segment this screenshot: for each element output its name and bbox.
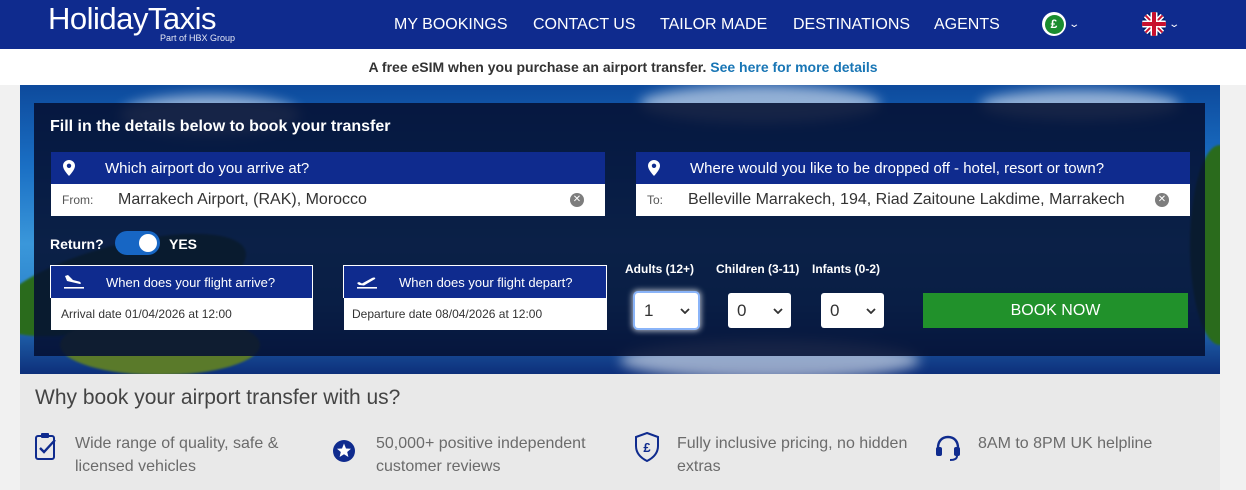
book-now-button[interactable]: BOOK NOW: [923, 293, 1188, 328]
toggle-knob: [139, 234, 157, 252]
return-toggle-value: YES: [169, 236, 198, 252]
logo-subtitle: Part of HBX Group: [160, 33, 236, 43]
plane-departure-icon: [357, 277, 377, 289]
chevron-down-icon: ⌄: [1068, 18, 1081, 30]
currency-selector[interactable]: £ ⌄: [1042, 12, 1082, 36]
to-label: To:: [647, 193, 664, 207]
chevron-down-icon: ⌄: [1168, 18, 1181, 30]
nav-my-bookings[interactable]: MY BOOKINGS: [394, 0, 508, 49]
location-pin-icon: [63, 160, 75, 176]
arrival-airport-header: Which airport do you arrive at?: [51, 152, 605, 184]
feature-item: £ Fully inclusive pricing, no hidden ext…: [634, 432, 924, 478]
clear-icon[interactable]: ✕: [570, 193, 584, 207]
dropoff-input[interactable]: Belleville Marrakech, 194, Riad Zaitoune…: [688, 191, 1145, 209]
arrival-airport-question: Which airport do you arrive at?: [105, 159, 310, 177]
nav-destinations[interactable]: DESTINATIONS: [793, 0, 910, 49]
feature-text: Wide range of quality, safe & licensed v…: [75, 435, 279, 475]
feature-text: 8AM to 8PM UK helpline: [978, 435, 1153, 452]
plane-landing-icon: [64, 275, 84, 289]
promo-banner: A free eSIM when you purchase an airport…: [0, 49, 1246, 85]
dropoff-header: Where would you like to be dropped off -…: [636, 152, 1190, 184]
infants-select[interactable]: 0: [821, 293, 884, 328]
chevron-down-icon: [680, 307, 690, 314]
nav-tailor-made[interactable]: TAILOR MADE: [660, 0, 767, 49]
flight-depart-label: When does your flight depart?: [399, 274, 573, 290]
flight-arrive-label: When does your flight arrive?: [106, 274, 276, 290]
chevron-down-icon: [866, 307, 876, 314]
star-badge-icon: [333, 440, 355, 462]
adults-label: Adults (12+): [625, 262, 695, 276]
feature-text: 50,000+ positive independent customer re…: [376, 435, 586, 475]
infants-value: 0: [830, 300, 840, 320]
dropoff-question: Where would you like to be dropped off -…: [690, 159, 1105, 177]
feature-item: 50,000+ positive independent customer re…: [333, 432, 623, 478]
language-selector[interactable]: ⌄: [1142, 12, 1182, 36]
chevron-down-icon: [773, 307, 783, 314]
flight-depart-header: When does your flight depart?: [343, 265, 607, 298]
nav-contact-us[interactable]: CONTACT US: [533, 0, 636, 49]
arrival-date-field[interactable]: Arrival date 01/04/2026 at 12:00: [51, 298, 313, 330]
return-toggle[interactable]: [115, 231, 160, 255]
children-label: Children (3-11): [716, 262, 800, 276]
why-title: Why book your airport transfer with us?: [35, 386, 401, 409]
dropoff-field[interactable]: To: Belleville Marrakech, 194, Riad Zait…: [636, 184, 1190, 216]
children-value: 0: [737, 300, 747, 320]
promo-link[interactable]: See here for more details: [710, 59, 877, 75]
feature-text: Fully inclusive pricing, no hidden extra…: [677, 435, 908, 475]
adults-value: 1: [644, 300, 654, 320]
return-label: Return?: [50, 236, 104, 252]
svg-text:£: £: [643, 440, 651, 455]
feature-item: Wide range of quality, safe & licensed v…: [33, 432, 323, 478]
location-pin-icon: [648, 160, 660, 176]
flight-arrive-header: When does your flight arrive?: [50, 265, 313, 298]
clipboard-check-icon: [35, 433, 56, 460]
departure-date-field[interactable]: Departure date 08/04/2026 at 12:00: [344, 298, 607, 330]
feature-item: 8AM to 8PM UK helpline: [934, 432, 1194, 462]
arrival-airport-field[interactable]: From: Marrakech Airport, (RAK), Morocco …: [51, 184, 605, 216]
children-select[interactable]: 0: [728, 293, 791, 328]
uk-flag-icon: [1142, 12, 1166, 36]
headset-icon: [936, 435, 960, 461]
site-header: HolidayTaxis Part of HBX Group MY BOOKIN…: [0, 0, 1246, 49]
logo[interactable]: HolidayTaxis Part of HBX Group: [48, 0, 235, 43]
pound-shield-icon: £: [635, 432, 659, 462]
arrival-airport-input[interactable]: Marrakech Airport, (RAK), Morocco: [107, 191, 560, 209]
infants-label: Infants (0-2): [812, 262, 881, 276]
clear-icon[interactable]: ✕: [1155, 193, 1169, 207]
currency-icon: £: [1042, 12, 1066, 36]
from-label: From:: [62, 193, 94, 207]
booking-title: Fill in the details below to book your t…: [50, 118, 391, 135]
currency-symbol: £: [1044, 14, 1064, 34]
nav-agents[interactable]: AGENTS: [934, 0, 1000, 49]
adults-select[interactable]: 1: [635, 293, 698, 328]
promo-text: A free eSIM when you purchase an airport…: [368, 59, 707, 75]
